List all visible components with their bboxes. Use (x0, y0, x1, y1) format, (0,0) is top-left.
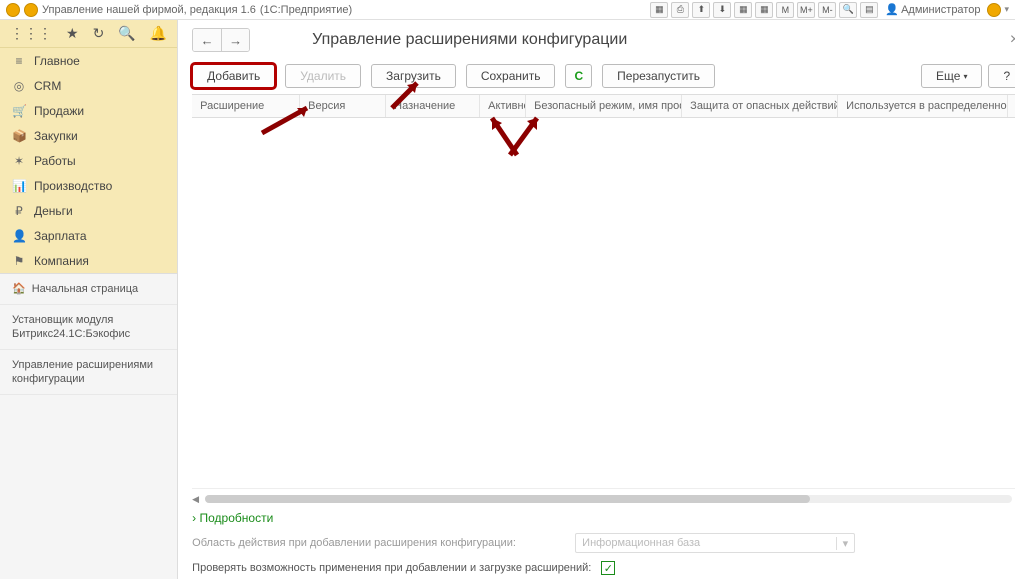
titlebar-btn-10[interactable]: ▤ (860, 2, 878, 18)
nav-label: Производство (34, 179, 112, 193)
titlebar-btn-3[interactable]: ⬇ (713, 2, 731, 18)
nav-label: CRM (34, 79, 61, 93)
nav-icon: 📦 (12, 129, 26, 143)
app-orb-1 (6, 3, 20, 17)
nav-item-8[interactable]: ⚑ Компания (0, 248, 177, 273)
titlebar-btn-9[interactable]: 🔍 (839, 2, 857, 18)
sidebar-sub: 🏠 Начальная страница Установщик модуля Б… (0, 273, 177, 579)
app-orb-2 (24, 3, 38, 17)
more-button[interactable]: Еще ▾ (921, 64, 982, 88)
nav-item-5[interactable]: 📊 Производство (0, 173, 177, 198)
close-button[interactable]: × (1010, 31, 1015, 49)
titlebar-btn-6[interactable]: M (776, 2, 794, 18)
nav-item-2[interactable]: 🛒 Продажи (0, 98, 177, 123)
page-head: ← → Управление расширениями конфигурации… (178, 20, 1015, 58)
forward-button[interactable]: → (221, 29, 249, 51)
nav-arrows: ← → (192, 28, 250, 52)
sub-item-extensions[interactable]: Управление расширениями конфигурации (0, 350, 177, 395)
titlebar-right: ▦⎙⬆⬇▦▦MM+M-🔍▤ 👤 Администратор ▾ (650, 2, 1009, 18)
star-icon[interactable]: ★ (66, 25, 79, 42)
check-label: Проверять возможность применения при доб… (192, 562, 591, 574)
table-body (192, 118, 1015, 489)
grid-icon[interactable]: ⋮⋮⋮ (10, 25, 52, 42)
user-label[interactable]: 👤 Администратор (885, 3, 980, 16)
col-3[interactable]: Активно (480, 95, 526, 117)
add-button[interactable]: Добавить (192, 64, 275, 88)
main: ← → Управление расширениями конфигурации… (178, 20, 1015, 579)
info-orb[interactable] (987, 3, 1001, 17)
col-7[interactable]: О (1008, 95, 1015, 117)
nav-label: Главное (34, 54, 80, 68)
titlebar-btn-4[interactable]: ▦ (734, 2, 752, 18)
scope-row: Область действия при добавлении расширен… (178, 529, 1015, 557)
nav-item-1[interactable]: ◎ CRM (0, 73, 177, 98)
nav-icon: 🛒 (12, 104, 26, 118)
sidebar: ⋮⋮⋮ ★ ↻ 🔍 🔔 ≡ Главное ◎ CRM 🛒 Продажи 📦 Закупки… (0, 20, 178, 579)
save-button[interactable]: Сохранить (466, 64, 556, 88)
search-icon[interactable]: 🔍 (118, 25, 135, 42)
sub-item-bitrix[interactable]: Установщик модуля Битрикс24.1С:Бэкофис (0, 305, 177, 350)
titlebar-btn-1[interactable]: ⎙ (671, 2, 689, 18)
scope-label: Область действия при добавлении расширен… (192, 537, 516, 549)
nav-label: Компания (34, 254, 89, 268)
scope-select[interactable]: Информационная база▾ (575, 533, 855, 553)
nav-icon: ₽ (12, 204, 26, 218)
info-dropdown[interactable]: ▾ (1004, 4, 1009, 15)
nav-icon: ◎ (12, 79, 26, 93)
nav-icon: 👤 (12, 229, 26, 243)
nav-icon: ✶ (12, 154, 26, 168)
nav-item-0[interactable]: ≡ Главное (0, 48, 177, 73)
app-name: Управление нашей фирмой, редакция 1.6 (42, 4, 256, 16)
col-4[interactable]: Безопасный режим, имя профиля (526, 95, 682, 117)
col-5[interactable]: Защита от опасных действий (682, 95, 838, 117)
table-header: РасширениеВерсияНазначениеАктивноБезопас… (192, 94, 1015, 118)
titlebar: Управление нашей фирмой, редакция 1.6 (1… (0, 0, 1015, 20)
col-2[interactable]: Назначение (386, 95, 480, 117)
nav-item-4[interactable]: ✶ Работы (0, 148, 177, 173)
delete-button: Удалить (285, 64, 361, 88)
titlebar-btn-0[interactable]: ▦ (650, 2, 668, 18)
refresh-button[interactable]: C (565, 64, 592, 88)
titlebar-btn-5[interactable]: ▦ (755, 2, 773, 18)
h-scrollbar[interactable]: ◀▶ (192, 493, 1015, 505)
nav-label: Работы (34, 154, 76, 168)
page-title: Управление расширениями конфигурации (312, 31, 627, 49)
back-button[interactable]: ← (193, 29, 221, 51)
bell-icon[interactable]: 🔔 (150, 25, 167, 42)
titlebar-btn-2[interactable]: ⬆ (692, 2, 710, 18)
nav-label: Зарплата (34, 229, 87, 243)
nav-icon: 📊 (12, 179, 26, 193)
check-row: Проверять возможность применения при доб… (178, 557, 1015, 579)
col-6[interactable]: Используется в распределенной ИБ (838, 95, 1008, 117)
nav-label: Продажи (34, 104, 84, 118)
nav-item-3[interactable]: 📦 Закупки (0, 123, 177, 148)
nav-item-7[interactable]: 👤 Зарплата (0, 223, 177, 248)
nav-item-6[interactable]: ₽ Деньги (0, 198, 177, 223)
nav-icon: ≡ (12, 54, 26, 68)
titlebar-btn-8[interactable]: M- (818, 2, 836, 18)
platform-name: (1С:Предприятие) (260, 4, 352, 16)
restart-button[interactable]: Перезапустить (602, 64, 715, 88)
col-0[interactable]: Расширение (192, 95, 300, 117)
nav-label: Деньги (34, 204, 73, 218)
check-apply[interactable]: ✓ (601, 561, 615, 575)
nav: ≡ Главное ◎ CRM 🛒 Продажи 📦 Закупки ✶ Работы 📊 Прои… (0, 48, 177, 273)
col-1[interactable]: Версия (300, 95, 386, 117)
load-button[interactable]: Загрузить (371, 64, 456, 88)
nav-icon: ⚑ (12, 254, 26, 268)
help-button[interactable]: ? (988, 64, 1015, 88)
titlebar-btn-7[interactable]: M+ (797, 2, 815, 18)
toolbar: Добавить Удалить Загрузить Сохранить C П… (178, 58, 1015, 94)
nav-label: Закупки (34, 129, 78, 143)
sidebar-top-icons: ⋮⋮⋮ ★ ↻ 🔍 🔔 (0, 20, 177, 48)
history-icon[interactable]: ↻ (93, 25, 105, 42)
details-toggle[interactable]: Подробности (178, 505, 1015, 529)
home-link[interactable]: 🏠 Начальная страница (0, 274, 177, 305)
